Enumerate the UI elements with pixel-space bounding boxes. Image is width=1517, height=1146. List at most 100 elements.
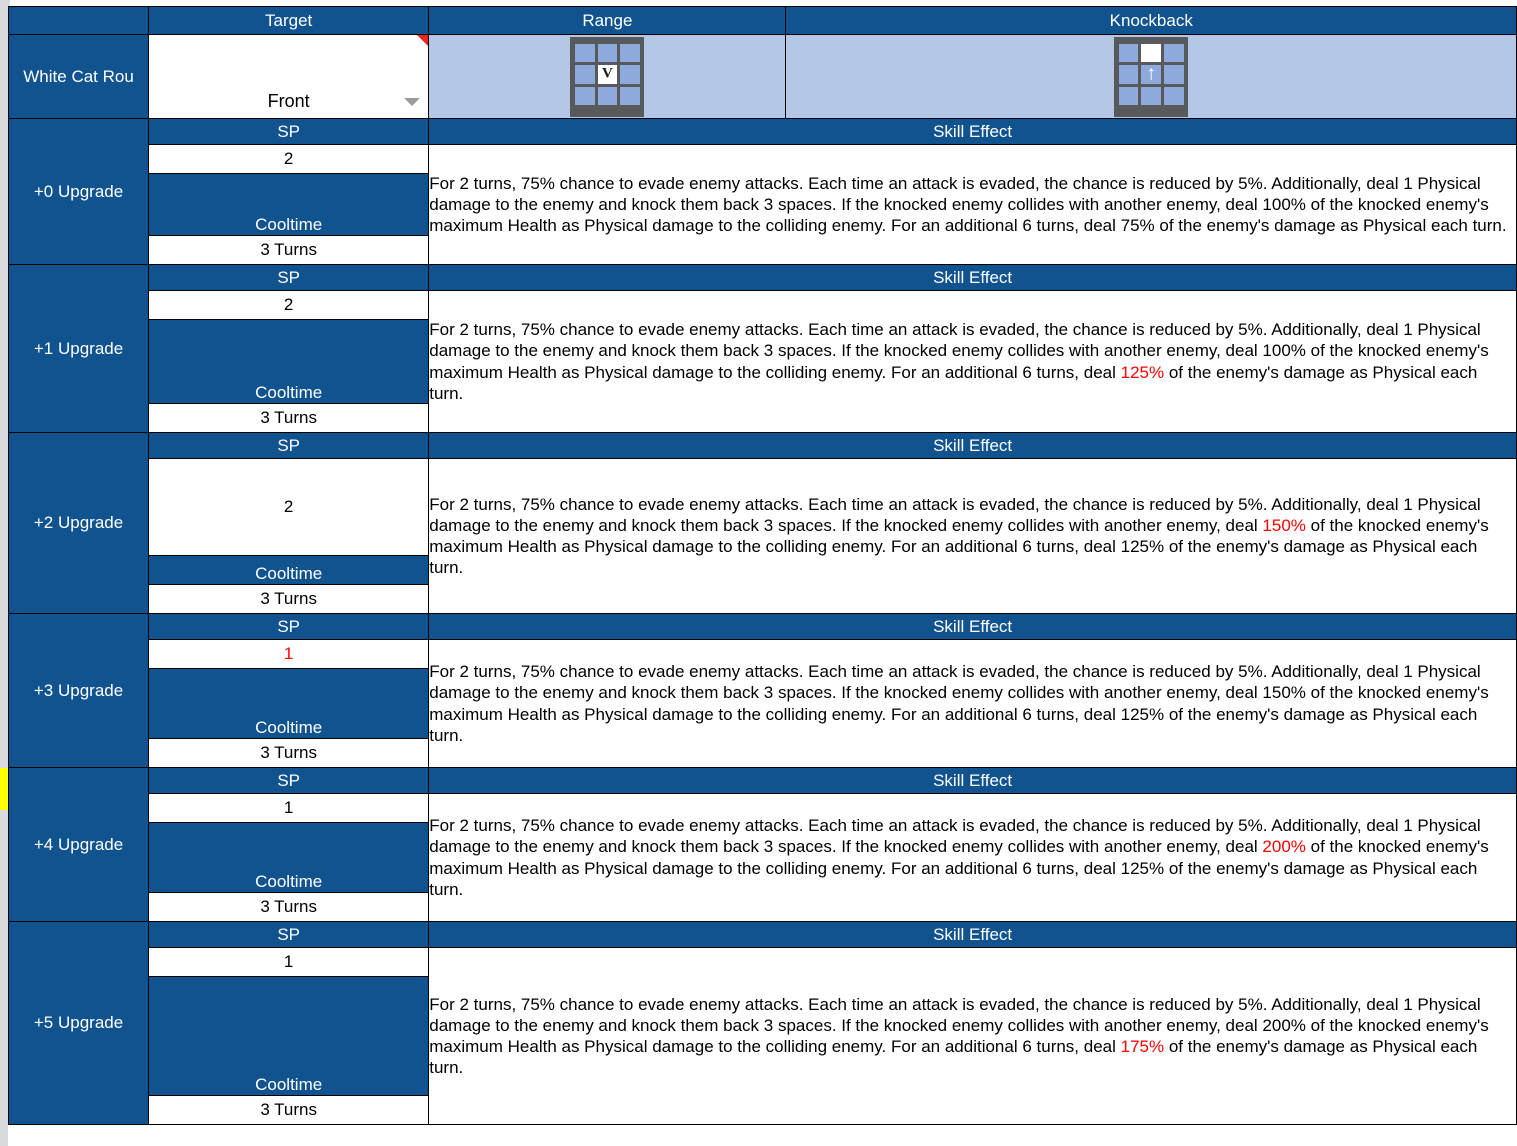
upgrade-row: +5 Upgrade SP Skill Effect: [7, 921, 1517, 1125]
grid-cell: [620, 86, 640, 105]
cooltime-value: 3 Turns: [148, 738, 430, 768]
grid-cell: ↑: [1141, 63, 1162, 85]
upgrade-label-0: +0 Upgrade: [7, 118, 150, 265]
cooltime-value: 3 Turns: [148, 1095, 430, 1125]
skill-table: Target Range Knockback White Cat Rou Front V ↑…: [7, 6, 1517, 1125]
grid-cell: [1118, 86, 1139, 105]
effect-text-run: 100%: [1262, 194, 1306, 214]
skill-effect-text: For 2 turns, 75% chance to evade enemy a…: [428, 290, 1517, 433]
effect-text-run: 125%: [1120, 704, 1165, 724]
target-select[interactable]: Front: [148, 34, 430, 119]
upgrade-label-2: +2 Upgrade: [7, 432, 150, 614]
grid-cell: [574, 86, 595, 105]
effect-highlight-value: 150%: [1262, 515, 1306, 535]
grid-row: V: [573, 64, 641, 85]
cooltime-header: Cooltime: [148, 822, 430, 893]
effect-highlight-value: 175%: [1120, 1037, 1165, 1056]
corner-cell: [7, 6, 150, 35]
grid-cell: [1118, 65, 1139, 84]
effect-highlight-value: 200%: [1262, 837, 1306, 857]
sp-value: 2: [148, 458, 430, 556]
upgrade-row: +1 Upgrade SP Skill Effect: [7, 264, 1517, 433]
grid-cell: [1141, 44, 1162, 63]
effect-highlight-value: 125%: [1120, 362, 1165, 382]
upgrade-row: 2 For 2 turns, 75% chance to evade enemy …: [9, 458, 1517, 614]
sp-header: SP: [148, 432, 430, 459]
grid-cell: [1164, 44, 1184, 63]
effect-text-run: 75%: [1120, 216, 1155, 236]
grid-cell: [620, 65, 640, 84]
grid-cell: [1141, 86, 1162, 105]
sp-header: SP: [148, 613, 430, 640]
upgrade-label-4: +4 Upgrade: [7, 767, 150, 922]
skill-effect-text: For 2 turns, 75% chance to evade enemy a…: [428, 947, 1517, 1125]
effect-text-run: 150%: [1262, 683, 1306, 703]
upgrade-row: 2 For 2 turns, 75% chance to evade enemy …: [9, 144, 1517, 265]
cooltime-header: Cooltime: [148, 555, 430, 585]
skill-name-label: White Cat Rou: [7, 34, 150, 119]
grid-row: ↑: [1117, 63, 1185, 85]
sp-header: SP: [148, 264, 430, 291]
cooltime-header: Cooltime: [148, 319, 430, 404]
comment-marker-icon: [417, 35, 429, 46]
grid-cell: [1164, 65, 1184, 84]
effect-text-run: 125%: [1120, 537, 1165, 556]
sp-value: 1: [148, 793, 430, 823]
upgrade-row: +0 Upgrade SP Skill Effect: [7, 118, 1517, 265]
cooltime-value: 3 Turns: [148, 403, 430, 433]
grid-cell: [620, 44, 640, 63]
skill-effect-header: Skill Effect: [428, 767, 1517, 794]
upgrade-row: 1 For 2 turns, 75% chance to evade enemy …: [9, 947, 1517, 1125]
grid-cell: [597, 44, 618, 63]
sp-value: 2: [148, 290, 430, 320]
grid-cell: [597, 86, 618, 105]
effect-text-run: 100%: [1262, 341, 1306, 361]
grid-row: [1117, 43, 1185, 64]
knockback-grid-cell: ↑: [785, 34, 1517, 119]
effect-text-run: 125%: [1120, 858, 1165, 878]
grid-cell: [1118, 44, 1139, 63]
effect-text-run: 200%: [1262, 1015, 1306, 1035]
grid-row: [573, 85, 641, 106]
upgrade-row: +2 Upgrade SP Skill Effect: [7, 432, 1517, 614]
cooltime-header: Cooltime: [148, 173, 430, 236]
range-grid-cell: V: [428, 34, 787, 119]
cooltime-value: 3 Turns: [148, 584, 430, 614]
grid-row: [1117, 85, 1185, 106]
skill-effect-header: Skill Effect: [428, 118, 1517, 145]
grid-cell: [1164, 86, 1184, 105]
grid-glyph-icon: ↑: [1146, 62, 1157, 85]
cooltime-header: Cooltime: [148, 976, 430, 1096]
row-flag-marker: [0, 767, 8, 810]
cooltime-value: 3 Turns: [148, 892, 430, 922]
grid-cell: [574, 44, 595, 63]
skill-effect-text: For 2 turns, 75% chance to evade enemy a…: [428, 793, 1517, 922]
skill-effect-text: For 2 turns, 75% chance to evade enemy a…: [428, 639, 1517, 768]
sp-value: 1: [148, 639, 430, 669]
skill-effect-text: For 2 turns, 75% chance to evade enemy a…: [428, 144, 1517, 265]
chevron-down-icon[interactable]: [404, 98, 421, 106]
upgrade-row: +3 Upgrade SP Skill Effect: [7, 613, 1517, 768]
skill-summary-row: White Cat Rou Front V ↑: [7, 34, 1517, 119]
effect-text-run: of the enemy's damage as Physical each t…: [1154, 216, 1507, 236]
grid-glyph-icon: V: [601, 66, 613, 83]
skill-effect-header: Skill Effect: [428, 921, 1517, 948]
upgrade-row: 2 For 2 turns, 75% chance to evade enemy …: [9, 290, 1517, 433]
upgrade-row: 1 For 2 turns, 75% chance to evade enemy …: [9, 639, 1517, 768]
skill-effect-header: Skill Effect: [428, 432, 1517, 459]
column-header-target: Target: [148, 6, 430, 35]
grid-cell: [574, 65, 595, 84]
grid-row: [573, 43, 641, 64]
skill-effect-header: Skill Effect: [428, 264, 1517, 291]
cooltime-value: 3 Turns: [148, 235, 430, 265]
knockback-grid-icon: ↑: [1114, 36, 1189, 117]
cooltime-header: Cooltime: [148, 668, 430, 739]
upgrade-row: +4 Upgrade SP Skill Effect: [7, 767, 1517, 922]
upgrade-row: 1 For 2 turns, 75% chance to evade enemy …: [9, 793, 1517, 922]
upgrade-label-3: +3 Upgrade: [7, 613, 150, 768]
sp-value: 2: [148, 144, 430, 174]
upgrade-label-5: +5 Upgrade: [7, 921, 150, 1125]
sheet-left-gutter: [0, 6, 8, 1146]
skill-effect-header: Skill Effect: [428, 613, 1517, 640]
column-header-range: Range: [428, 6, 787, 35]
